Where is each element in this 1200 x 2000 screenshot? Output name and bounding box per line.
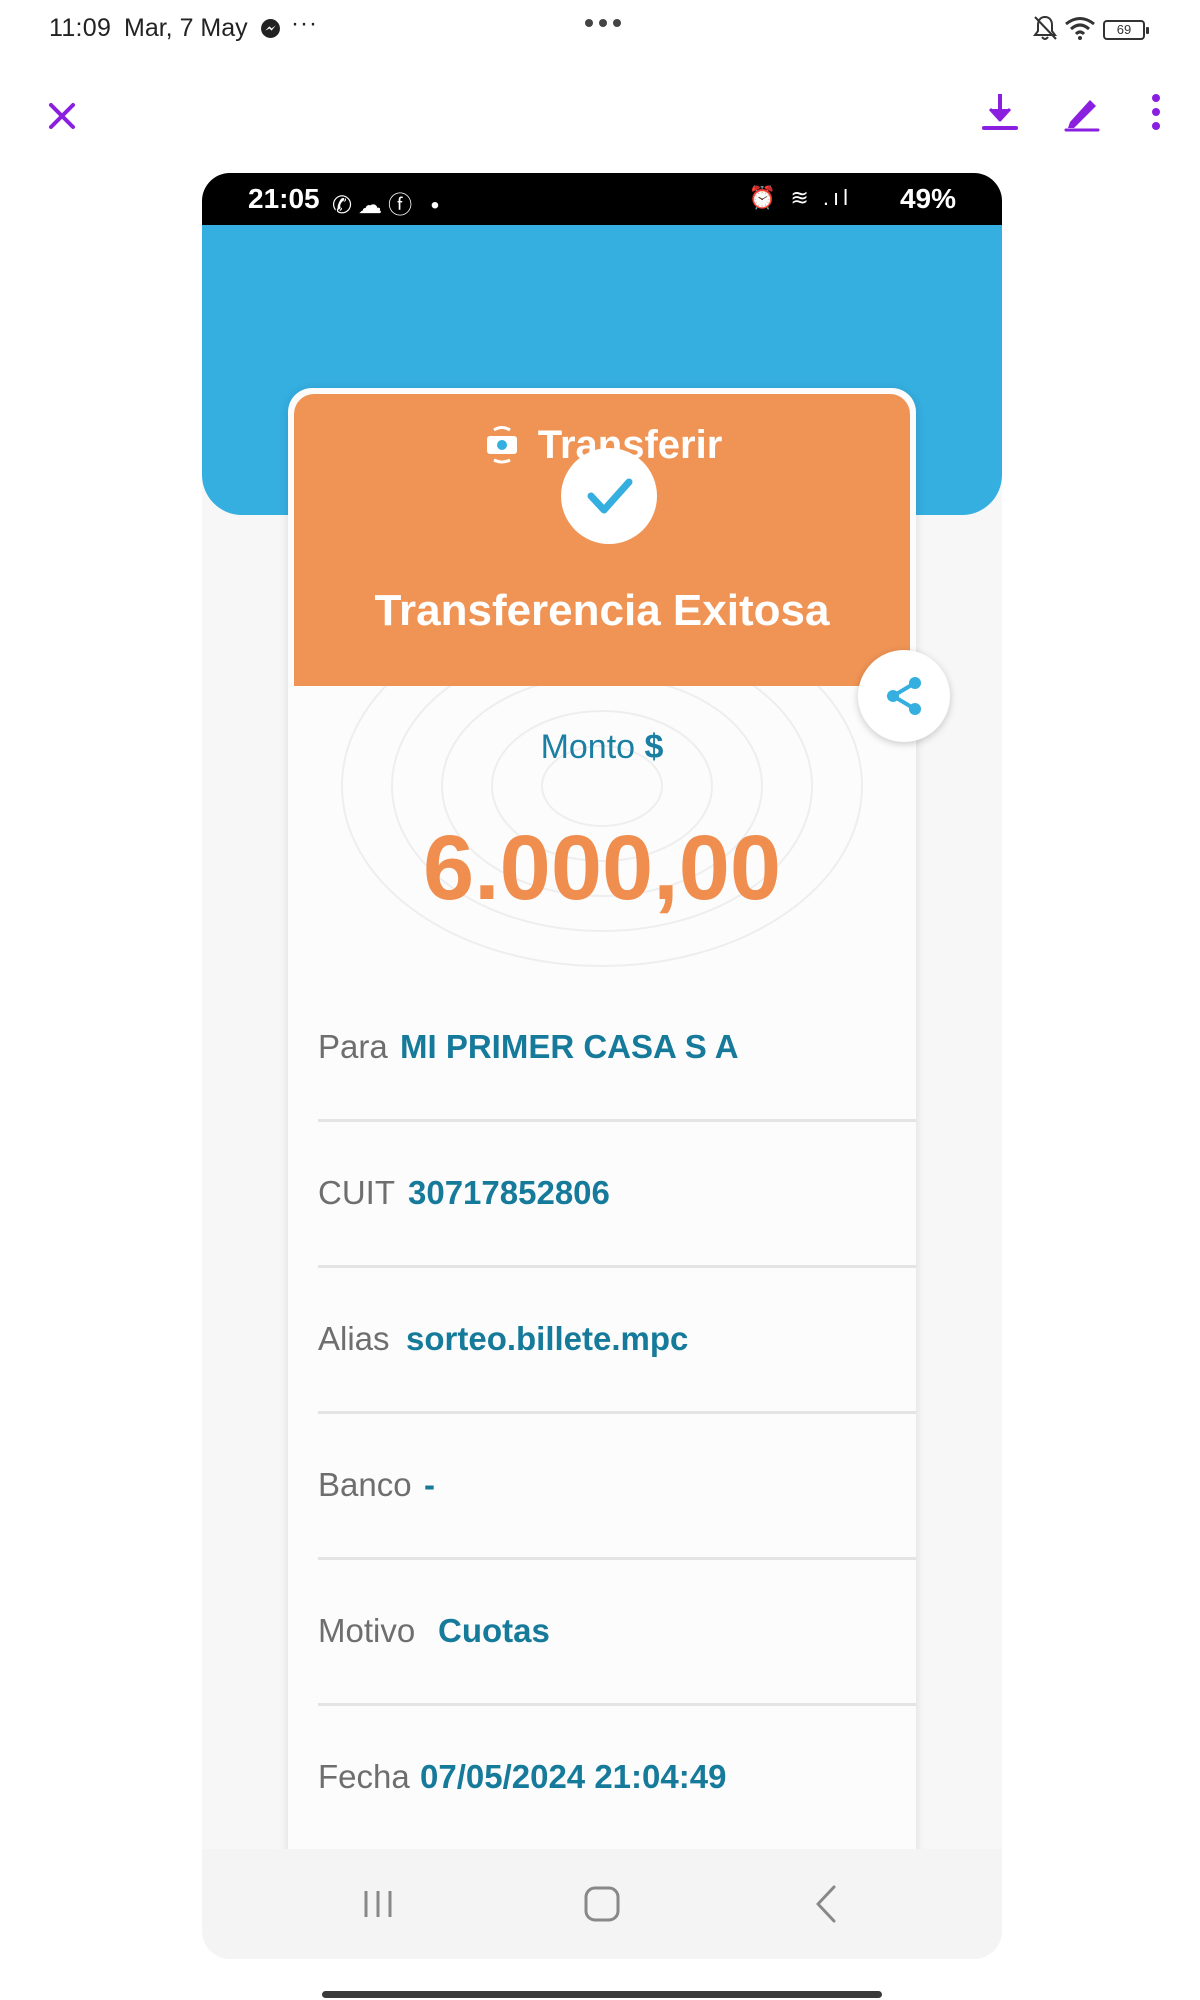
- detail-value: -: [424, 1466, 435, 1503]
- status-bar: 11:09 Mar, 7 May ··· 69: [0, 0, 1200, 60]
- multi-window-handle-icon[interactable]: [583, 17, 623, 29]
- amount-value: 6.000,00: [422, 817, 782, 919]
- messenger-icon: [261, 19, 280, 38]
- status-date: Mar, 7 May: [124, 14, 248, 42]
- close-icon: [49, 103, 75, 129]
- detail-row-para: Para MI PRIMER CASA S A: [318, 976, 916, 1122]
- detail-row-cuit: CUIT 30717852806: [318, 1122, 916, 1268]
- image-viewer-screen: 11:09 Mar, 7 May ··· 69 21:05 ✆☁ⓕ • ⏰ ≋ …: [0, 0, 1200, 2000]
- edit-button[interactable]: [1054, 84, 1110, 140]
- phone-navigation-bar: [202, 1849, 1002, 1959]
- transfer-icon: [486, 426, 517, 464]
- home-button[interactable]: [577, 1879, 627, 1929]
- recents-button[interactable]: [353, 1879, 403, 1929]
- wifi-icon: [1065, 17, 1095, 40]
- back-button[interactable]: [802, 1879, 852, 1929]
- phone-battery-level: 49%: [899, 183, 956, 214]
- receipt-screenshot: 21:05 ✆☁ⓕ • ⏰ ≋ .ıl 49% Transferir Trans…: [202, 173, 1002, 1959]
- more-vert-icon: [1152, 94, 1160, 130]
- viewer-toolbar: [0, 80, 1200, 150]
- detail-label: Fecha: [318, 1758, 410, 1795]
- receipt-card: Transferencia Exitosa Monto $ 6.000,00 P…: [288, 388, 916, 1959]
- battery-icon: 69: [1103, 20, 1149, 40]
- detail-row-fecha: Fecha 07/05/2024 21:04:49: [318, 1706, 916, 1852]
- amount-label: Monto $: [288, 728, 916, 767]
- back-icon: [816, 1885, 836, 1923]
- detail-value: MI PRIMER CASA S A: [400, 1028, 739, 1065]
- detail-label: CUIT: [318, 1174, 395, 1211]
- currency-symbol: $: [644, 728, 664, 766]
- detail-value: 30717852806: [408, 1174, 610, 1211]
- phone-signal-icons: ⏰ ≋ .ıl: [748, 185, 852, 210]
- more-notifications-icon: ···: [291, 10, 318, 37]
- detail-value: 07/05/2024 21:04:49: [420, 1758, 727, 1795]
- amount-section: Monto $ 6.000,00: [288, 686, 916, 976]
- detail-label: Alias: [318, 1320, 390, 1357]
- close-button[interactable]: [34, 88, 90, 144]
- status-time: 11:09: [49, 14, 112, 42]
- battery-level: 69: [1116, 22, 1132, 37]
- detail-label: Banco: [318, 1466, 412, 1503]
- phone-status-bar: 21:05 ✆☁ⓕ • ⏰ ≋ .ıl 49%: [202, 173, 1002, 225]
- mute-bell-icon: [1033, 15, 1057, 40]
- app-header-title: Transferir: [202, 423, 1002, 468]
- phone-notification-icons: ✆☁ⓕ •: [332, 192, 446, 219]
- detail-row-alias: Alias sorteo.billete.mpc: [318, 1268, 916, 1414]
- detail-label: Motivo: [318, 1612, 416, 1649]
- detail-value: Cuotas: [438, 1612, 550, 1649]
- download-icon: [982, 94, 1018, 130]
- detail-label: Para: [318, 1028, 388, 1065]
- detail-row-motivo: Motivo Cuotas: [318, 1560, 916, 1706]
- share-icon: [887, 677, 921, 715]
- app-header-label: Transferir: [537, 423, 723, 467]
- download-button[interactable]: [972, 84, 1028, 140]
- more-options-button[interactable]: [1128, 84, 1184, 140]
- detail-row-banco: Banco -: [318, 1414, 916, 1560]
- home-icon: [584, 1886, 620, 1922]
- phone-status-time: 21:05: [248, 183, 320, 214]
- amount-label-text: Monto: [540, 728, 636, 766]
- recents-icon: [364, 1891, 392, 1917]
- edit-icon: [1064, 100, 1100, 132]
- detail-value: sorteo.billete.mpc: [406, 1320, 689, 1357]
- success-title: Transferencia Exitosa: [374, 586, 830, 635]
- gesture-navigation-handle[interactable]: [322, 1991, 882, 1998]
- share-button[interactable]: [858, 650, 950, 742]
